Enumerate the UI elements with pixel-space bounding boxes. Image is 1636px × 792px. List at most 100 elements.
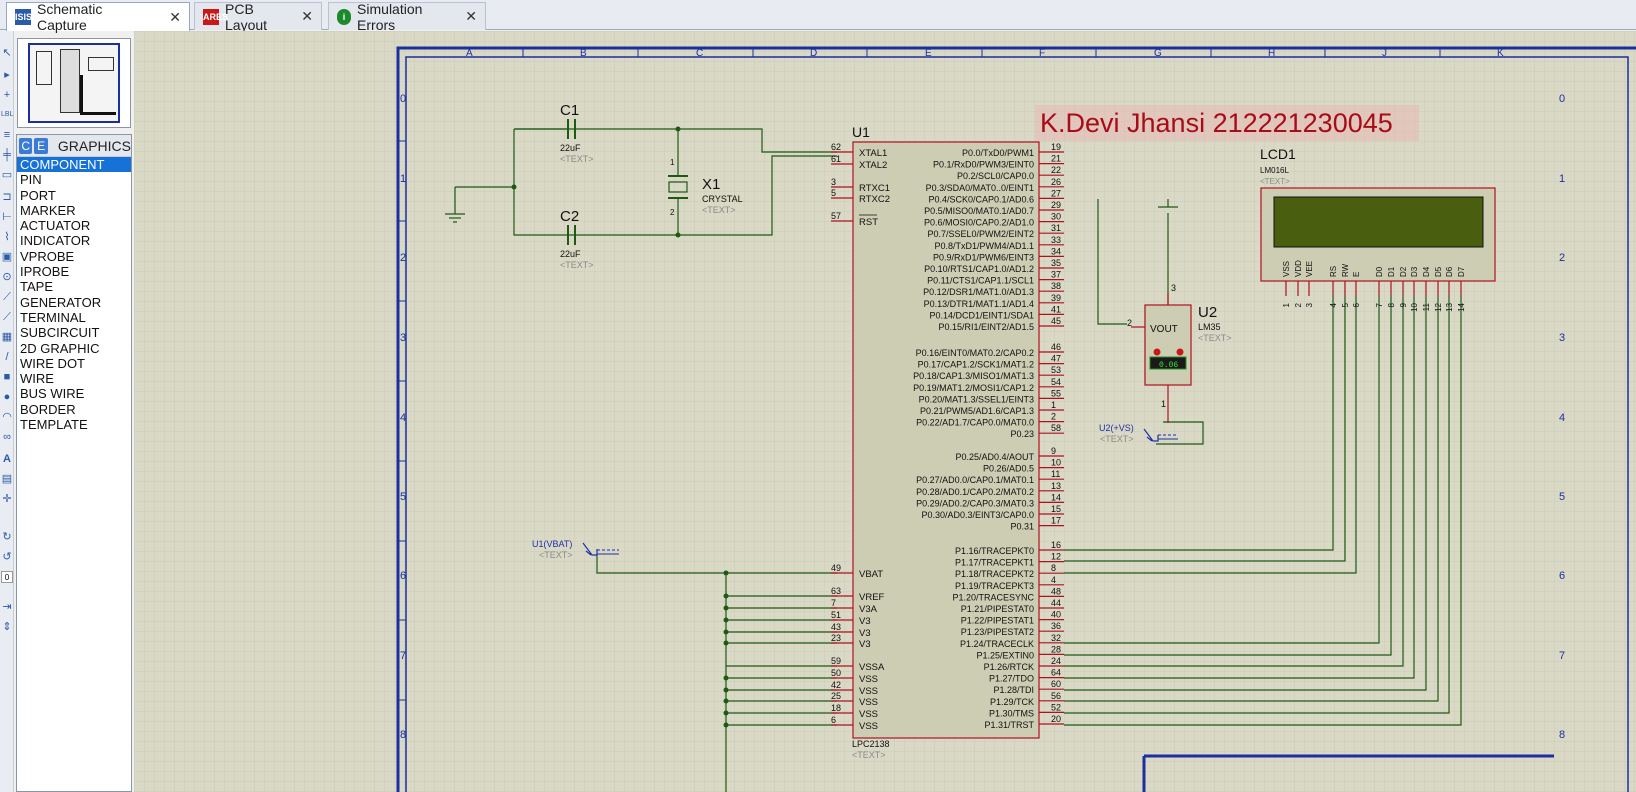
u1-pin-number: 12 [1051, 552, 1061, 562]
u1-pin-number: 55 [1051, 388, 1061, 398]
picker-item-2d-graphic[interactable]: 2D GRAPHIC [17, 341, 131, 356]
picker-item-terminal[interactable]: TERMINAL [17, 310, 131, 325]
arc-icon[interactable]: ◠ [1, 411, 13, 423]
component-mode-icon[interactable]: ▸ [1, 69, 13, 81]
u1-pin-number: 39 [1051, 293, 1061, 303]
selection-mode-icon[interactable]: ↖ [1, 47, 13, 59]
isis-icon: ISIS [15, 9, 32, 25]
u1-pin-number: 29 [1051, 200, 1061, 210]
picker-item-pin[interactable]: PIN [17, 172, 131, 187]
u1-pin-number: 5 [831, 188, 836, 198]
lcd1-pin-number: 5 [1341, 302, 1350, 307]
u2-pin-vout: 2 [1127, 318, 1132, 328]
picker-item-generator[interactable]: GENERATOR [17, 295, 131, 310]
sheet-row-label-right: 3 [1559, 332, 1565, 344]
picker-item-bus-wire[interactable]: BUS WIRE [17, 386, 131, 401]
subcircuit-icon[interactable]: ▭ [1, 169, 13, 181]
sheet-row-label-left: 5 [400, 491, 406, 503]
tab-label: PCB Layout [225, 0, 268, 33]
current-probe-icon[interactable]: ⟋ [1, 311, 13, 323]
picker-item-wire[interactable]: WIRE [17, 371, 131, 386]
symbol-icon[interactable]: ▤ [1, 473, 13, 485]
u1-pin-number: 64 [1051, 668, 1061, 678]
u1-pin-name: P0.13/DTR1/MAT1.1/AD1.4 [924, 299, 1034, 309]
text-script-icon[interactable]: ≡ [1, 129, 13, 141]
u1-pin-number: 54 [1051, 377, 1061, 387]
lcd1-pin-number: 1 [1282, 302, 1291, 307]
u1-pin-number: 33 [1051, 235, 1061, 245]
u1-pin-number: 62 [831, 142, 841, 152]
mirror-x-icon[interactable]: ⇥ [1, 601, 13, 613]
sheet-row-label-right: 8 [1559, 729, 1565, 741]
close-icon[interactable]: ✕ [301, 8, 313, 25]
picker-item-subcircuit[interactable]: SUBCIRCUIT [17, 325, 131, 340]
u1-pin-number: 51 [831, 610, 841, 620]
mirror-y-icon[interactable]: ⇕ [1, 621, 13, 633]
increment-button-icon[interactable] [1176, 348, 1184, 356]
voltage-probe-icon[interactable]: ⟋ [1, 291, 13, 303]
line-icon[interactable]: / [1, 351, 13, 363]
tab-pcb-layout[interactable]: ARES PCB Layout ✕ [194, 0, 322, 33]
tab-simulation-errors[interactable]: i Simulation Errors ✕ [328, 1, 486, 33]
wire-label-icon[interactable]: LBL [1, 109, 13, 121]
overview-part-thumbnail [36, 51, 52, 85]
u1-pin-name: P1.26/RTCK [984, 662, 1034, 672]
u1-pin-number: 28 [1051, 644, 1061, 654]
graph-icon[interactable]: ⌇ [1, 231, 13, 243]
generator-icon[interactable]: ⊙ [1, 271, 13, 283]
u1-pin-name: P1.22/PIPESTAT1 [961, 616, 1034, 626]
picker-item-wire-dot[interactable]: WIRE DOT [17, 356, 131, 371]
library-manager-button[interactable]: E [34, 137, 48, 154]
u1-pin-name: P1.29/TCK [990, 697, 1034, 707]
decrement-button-icon[interactable] [1153, 348, 1161, 356]
picker-item-component[interactable]: COMPONENT [17, 157, 131, 173]
virtual-instrument-icon[interactable]: ▦ [1, 331, 13, 343]
picker-item-port[interactable]: PORT [17, 188, 131, 203]
path-icon[interactable]: ∞ [1, 431, 13, 443]
junction-dot-icon[interactable]: + [1, 89, 13, 101]
u1-pin-name: V3 [859, 616, 871, 627]
text-icon[interactable]: A [1, 453, 13, 465]
microcontroller-u1[interactable]: U1 LPC2138 <TEXT> 62XTAL161XTAL23RTXC15R… [831, 124, 1064, 760]
tape-icon[interactable]: ▣ [1, 251, 13, 263]
lcd1-pin-name: D2 [1399, 266, 1408, 277]
picker-item-actuator[interactable]: ACTUATOR [17, 218, 131, 233]
u1-pin-number: 36 [1051, 621, 1061, 631]
picker-item-indicator[interactable]: INDICATOR [17, 233, 131, 248]
u1-pin-number: 20 [1051, 714, 1061, 724]
rotate-ccw-icon[interactable]: ↺ [1, 551, 13, 563]
sheet-column-label: C [696, 48, 703, 59]
designer-title[interactable]: K.Devi Jhansi 212221230045 [1040, 108, 1393, 138]
close-icon[interactable]: ✕ [169, 9, 181, 26]
u1-pin-number: 27 [1051, 188, 1061, 198]
c2-reference: C2 [560, 208, 579, 225]
pick-devices-button[interactable]: C [19, 137, 33, 154]
rotate-cw-icon[interactable]: ↻ [1, 531, 13, 543]
picker-item-tape[interactable]: TAPE [17, 279, 131, 294]
u1-pin-name: VSS [859, 709, 878, 720]
u1-pin-number: 16 [1051, 540, 1061, 550]
u1-pin-number: 53 [1051, 365, 1061, 375]
bus-icon[interactable]: ╪ [1, 149, 13, 161]
schematic-canvas[interactable]: ABCDEFGHJK001122334455667788 C1 22uF <TE… [134, 31, 1636, 792]
picker-item-template[interactable]: TEMPLATE [17, 417, 131, 432]
lcd1-pin-number: 7 [1375, 302, 1384, 307]
u1-pin-name: P0.17/CAP1.2/SCK1/MAT1.2 [918, 360, 1034, 370]
picker-item-border[interactable]: BORDER [17, 402, 131, 417]
marker-icon[interactable]: ✛ [1, 493, 13, 505]
pin-icon[interactable]: ⊢ [1, 211, 13, 223]
close-icon[interactable]: ✕ [465, 8, 477, 25]
terminal-icon[interactable]: ⊐ [1, 191, 13, 203]
picker-item-marker[interactable]: MARKER [17, 203, 131, 218]
schematic-drawing[interactable]: A B C D E F G H J K0 01 12 23 34 45 56 67 78 8 [134, 31, 1636, 792]
picker-item-iprobe[interactable]: IPROBE [17, 264, 131, 279]
lcd1-pin-number: 11 [1422, 302, 1431, 311]
tab-schematic-capture[interactable]: ISIS Schematic Capture ✕ [6, 1, 190, 33]
lcd1-pin-number: 9 [1399, 302, 1408, 307]
rotation-angle-field[interactable]: 0 [1, 571, 13, 583]
u1-pin-number: 56 [1051, 691, 1061, 701]
picker-item-vprobe[interactable]: VPROBE [17, 249, 131, 264]
box-icon[interactable]: ■ [1, 371, 13, 383]
circle-icon[interactable]: ● [1, 391, 13, 403]
overview-window[interactable] [17, 38, 131, 128]
